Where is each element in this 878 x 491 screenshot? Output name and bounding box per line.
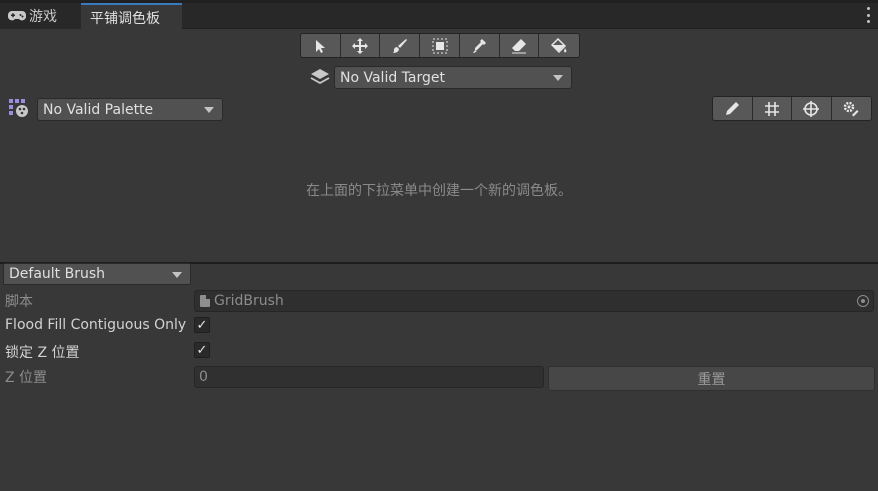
tab-strip: 游戏 平铺调色板 bbox=[0, 0, 878, 30]
grid-toggle-button[interactable] bbox=[752, 97, 792, 120]
script-label: 脚本 bbox=[5, 294, 33, 310]
gizmo-icon bbox=[803, 100, 820, 117]
brush-value: Default Brush bbox=[9, 266, 106, 282]
tab-game-label: 游戏 bbox=[29, 9, 57, 25]
grid-icon bbox=[764, 101, 779, 116]
settings-icon bbox=[843, 101, 859, 116]
z-position-label: Z 位置 bbox=[5, 370, 48, 386]
brush-dropdown[interactable]: Default Brush bbox=[3, 263, 191, 285]
more-menu-icon[interactable] bbox=[864, 7, 872, 23]
move-tool-icon bbox=[352, 37, 369, 54]
chevron-down-icon bbox=[553, 75, 563, 81]
box-fill-icon bbox=[432, 38, 448, 53]
active-target-dropdown[interactable]: No Valid Target bbox=[334, 66, 572, 89]
chevron-down-icon bbox=[204, 107, 214, 113]
palette-settings-button[interactable] bbox=[831, 97, 871, 120]
edit-palette-button[interactable] bbox=[713, 97, 753, 120]
box-fill-button[interactable] bbox=[420, 34, 460, 57]
picker-icon bbox=[473, 38, 487, 53]
flood-fill-checkbox[interactable]: ✓ bbox=[194, 317, 210, 333]
fill-bucket-icon bbox=[551, 37, 567, 53]
fill-bucket-button[interactable] bbox=[539, 34, 579, 57]
script-file-icon bbox=[200, 295, 210, 307]
tab-game[interactable]: 游戏 bbox=[0, 3, 81, 29]
empty-palette-message: 在上面的下拉菜单中创建一个新的调色板。 bbox=[306, 183, 572, 199]
move-tool-button[interactable] bbox=[340, 34, 381, 57]
reset-button[interactable]: 重置 bbox=[548, 366, 875, 391]
z-position-value: 0 bbox=[199, 369, 208, 385]
script-value: GridBrush bbox=[214, 293, 284, 309]
palette-icon bbox=[9, 99, 28, 117]
object-picker-icon[interactable] bbox=[857, 295, 869, 307]
palette-value: No Valid Palette bbox=[43, 101, 154, 118]
paint-brush-icon bbox=[392, 38, 407, 53]
palette-dropdown[interactable]: No Valid Palette bbox=[37, 98, 223, 121]
checkmark-icon: ✓ bbox=[196, 317, 208, 333]
tool-bar bbox=[300, 33, 580, 58]
gizmo-toggle-button[interactable] bbox=[792, 97, 832, 120]
eraser-button[interactable] bbox=[499, 34, 540, 57]
checkmark-icon: ✓ bbox=[196, 342, 208, 358]
script-field[interactable]: GridBrush bbox=[194, 290, 874, 312]
flood-fill-label: Flood Fill Contiguous Only bbox=[5, 317, 187, 333]
edit-pencil-icon bbox=[726, 101, 740, 115]
z-position-field[interactable]: 0 bbox=[194, 366, 544, 388]
active-target-value: No Valid Target bbox=[340, 69, 445, 86]
layers-icon bbox=[310, 69, 330, 85]
picker-button[interactable] bbox=[459, 34, 500, 57]
select-tool-icon bbox=[316, 39, 326, 53]
eraser-icon bbox=[511, 38, 526, 53]
tab-tile-palette-label: 平铺调色板 bbox=[90, 10, 160, 27]
gamepad-icon bbox=[8, 11, 26, 21]
lock-z-checkbox[interactable]: ✓ bbox=[194, 342, 210, 358]
paint-brush-button[interactable] bbox=[380, 34, 421, 57]
tab-tile-palette[interactable]: 平铺调色板 bbox=[81, 3, 182, 30]
select-tool-button[interactable] bbox=[301, 34, 341, 57]
chevron-down-icon bbox=[172, 272, 182, 278]
lock-z-label: 锁定 Z 位置 bbox=[5, 345, 80, 361]
palette-tool-bar bbox=[712, 96, 872, 121]
